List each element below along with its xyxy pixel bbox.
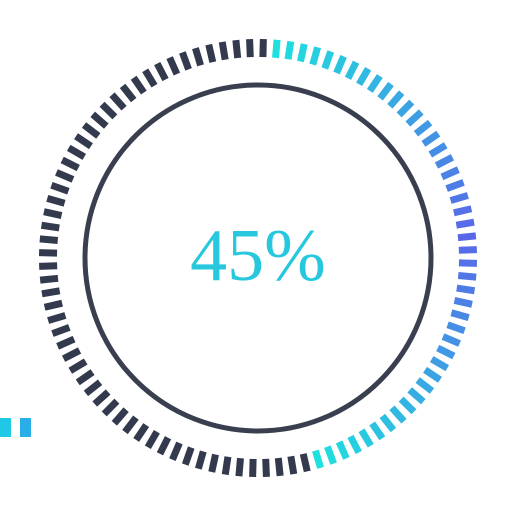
progress-segment-inactive bbox=[55, 169, 75, 183]
progress-segment-active bbox=[335, 440, 350, 460]
progress-segment-inactive bbox=[119, 83, 137, 103]
progress-segment-inactive bbox=[92, 389, 111, 407]
progress-segment-inactive bbox=[66, 144, 87, 160]
progress-segment-active bbox=[413, 119, 433, 137]
progress-segment-inactive bbox=[179, 51, 192, 71]
progress-segment-active bbox=[389, 405, 407, 424]
progress-segment-inactive bbox=[195, 450, 207, 470]
progress-segment-active bbox=[333, 55, 347, 75]
progress-segment-active bbox=[369, 421, 386, 441]
progress-segment-active bbox=[440, 166, 460, 181]
progress-segment-inactive bbox=[109, 92, 127, 111]
progress-segment-active bbox=[358, 428, 374, 448]
progress-segment-inactive bbox=[60, 156, 80, 172]
progress-segment-inactive bbox=[130, 75, 147, 95]
progress-segment-active bbox=[429, 356, 450, 372]
progress-segment-active bbox=[446, 321, 466, 335]
progress-segment-inactive bbox=[101, 398, 120, 417]
progress-segment-inactive bbox=[122, 415, 139, 435]
progress-segment-active bbox=[377, 81, 394, 101]
progress-segment-active bbox=[312, 449, 324, 469]
progress-segment-inactive bbox=[169, 441, 183, 461]
progress-segment-active bbox=[366, 74, 383, 93]
progress-segment-inactive bbox=[218, 41, 229, 61]
progress-segment-active bbox=[407, 387, 426, 405]
progress-segment-active bbox=[415, 377, 435, 394]
progress-segment-active bbox=[321, 50, 335, 70]
progress-segment-active bbox=[428, 142, 448, 158]
progress-dial-widget: 45% bbox=[0, 0, 516, 524]
progress-segment-active bbox=[379, 413, 397, 433]
progress-segment-active bbox=[445, 179, 465, 192]
progress-segment-active bbox=[449, 192, 469, 204]
progress-segment-inactive bbox=[166, 56, 181, 76]
progress-segment-inactive bbox=[43, 208, 63, 219]
progress-segment-active bbox=[436, 344, 456, 360]
progress-segment-active bbox=[284, 40, 295, 60]
progress-segment-inactive bbox=[68, 358, 88, 374]
progress-segment-active bbox=[396, 99, 415, 118]
progress-segment-inactive bbox=[144, 429, 160, 450]
progress-segment-active bbox=[387, 90, 405, 109]
progress-segment-inactive bbox=[142, 68, 158, 88]
partial-mark-middle bbox=[20, 418, 31, 437]
progress-segment-inactive bbox=[56, 335, 76, 350]
progress-segment-inactive bbox=[51, 324, 71, 337]
progress-segment-inactive bbox=[81, 122, 101, 139]
progress-segment-active bbox=[450, 309, 470, 321]
progress-segment-active bbox=[356, 66, 372, 87]
progress-segment-inactive bbox=[208, 453, 219, 473]
progress-segment-inactive bbox=[274, 457, 284, 477]
progress-segment-inactive bbox=[111, 407, 129, 426]
progress-segment-active bbox=[398, 396, 417, 415]
progress-segment-active bbox=[434, 154, 455, 169]
progress-segment-active bbox=[344, 60, 360, 80]
progress-segment-inactive bbox=[75, 369, 95, 386]
progress-segment-inactive bbox=[262, 458, 270, 477]
progress-segment-active bbox=[453, 297, 473, 308]
progress-segment-active bbox=[421, 130, 441, 147]
progress-segment-active bbox=[309, 46, 321, 66]
progress-segment-active bbox=[441, 333, 461, 347]
progress-percentage-label: 45% bbox=[190, 215, 326, 297]
progress-segment-inactive bbox=[287, 455, 298, 475]
progress-segment-inactive bbox=[235, 457, 244, 477]
progress-segment-inactive bbox=[90, 111, 109, 129]
progress-segment-inactive bbox=[205, 43, 217, 63]
progress-segment-inactive bbox=[232, 39, 242, 59]
progress-segment-active bbox=[297, 43, 308, 63]
progress-segment-inactive bbox=[83, 379, 103, 397]
progress-segment-inactive bbox=[133, 423, 150, 442]
progress-segment-active bbox=[272, 39, 281, 59]
progress-segment-active bbox=[405, 109, 424, 127]
progress-segment-inactive bbox=[50, 181, 70, 195]
progress-segment-active bbox=[453, 205, 473, 217]
progress-segment-active bbox=[347, 434, 362, 455]
progress-segment-inactive bbox=[156, 436, 172, 456]
progress-segment-active bbox=[423, 366, 442, 383]
progress-segment-inactive bbox=[46, 195, 66, 207]
partial-mark-left bbox=[0, 418, 11, 437]
progress-segment-inactive bbox=[43, 299, 63, 311]
progress-segment-inactive bbox=[154, 61, 169, 82]
progress-segment-inactive bbox=[99, 101, 118, 120]
progress-segment-inactive bbox=[221, 456, 232, 476]
progress-segment-inactive bbox=[181, 446, 195, 466]
progress-segment-inactive bbox=[47, 312, 67, 324]
progress-segment-inactive bbox=[74, 133, 93, 150]
progress-segment-inactive bbox=[192, 47, 204, 67]
progress-segment-inactive bbox=[246, 39, 254, 58]
progress-segment-active bbox=[324, 445, 337, 465]
progress-segment-inactive bbox=[299, 453, 311, 473]
progress-segment-inactive bbox=[61, 347, 82, 362]
